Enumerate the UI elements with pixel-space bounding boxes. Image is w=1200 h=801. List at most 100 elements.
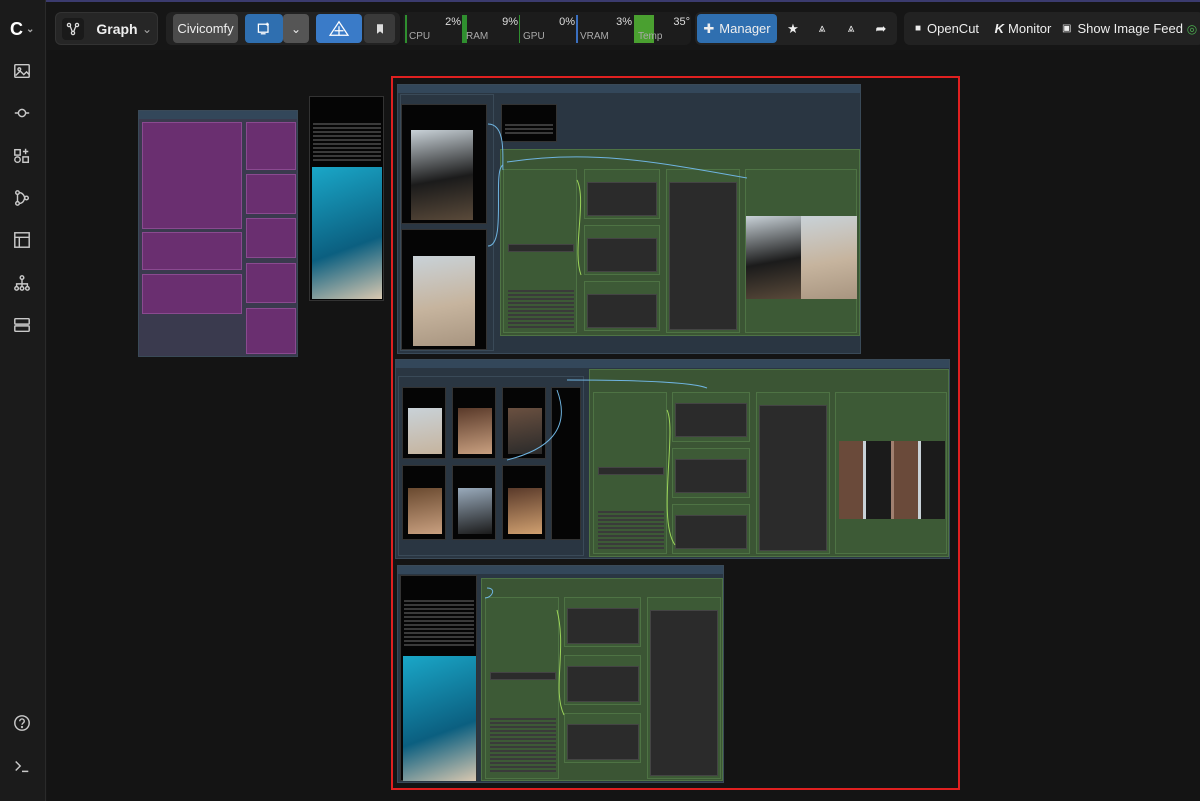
node-widgets — [490, 718, 556, 774]
k-icon: K — [994, 21, 1005, 36]
group-1-header[interactable] — [398, 85, 860, 93]
gpu-value: 0% — [559, 16, 575, 28]
load-image-node[interactable] — [502, 465, 546, 540]
temp-value: 35° — [673, 16, 690, 28]
terminal-icon[interactable] — [11, 755, 33, 777]
cpu-stat: 2% CPU — [405, 15, 463, 43]
widget-row — [508, 244, 574, 252]
load-image-node[interactable] — [502, 387, 546, 459]
preview-node[interactable] — [584, 225, 660, 275]
preview-area — [567, 608, 639, 644]
ksampler-node[interactable] — [485, 597, 559, 779]
templates-icon[interactable] — [11, 229, 33, 251]
group-3-header[interactable] — [398, 566, 723, 574]
bookmark-icon[interactable] — [364, 14, 395, 43]
image-feed-label: Show Image Feed — [1077, 21, 1183, 36]
thumb-photo — [408, 408, 442, 454]
preview-large-node[interactable] — [666, 169, 740, 333]
load-image-node[interactable] — [452, 465, 496, 540]
note-node[interactable] — [246, 174, 296, 214]
graph-chevron-down-icon[interactable]: ⌄ — [140, 14, 154, 43]
group-3[interactable] — [397, 565, 724, 783]
notes-group[interactable] — [138, 110, 298, 357]
load-image-node[interactable] — [309, 96, 384, 301]
load-image-node[interactable] — [400, 575, 477, 781]
queue-icon[interactable] — [11, 102, 33, 124]
note-node[interactable] — [246, 218, 296, 258]
preview-node[interactable] — [564, 655, 641, 705]
preview-area — [587, 294, 657, 328]
monitor-label: Monitor — [1008, 21, 1052, 36]
vram-label: VRAM — [580, 31, 609, 42]
note-node[interactable] — [142, 122, 242, 229]
preview-large-node[interactable] — [647, 597, 721, 779]
model-manager-icon[interactable] — [316, 14, 362, 43]
preview-node[interactable] — [672, 504, 750, 554]
cpu-label: CPU — [409, 31, 431, 42]
preview-node[interactable] — [672, 392, 750, 442]
graph-canvas[interactable] — [47, 50, 1200, 801]
node-library-icon[interactable] — [11, 145, 33, 167]
images-icon[interactable] — [11, 60, 33, 82]
note-node[interactable] — [246, 308, 296, 354]
model-library-icon[interactable] — [11, 272, 33, 294]
preview-area — [587, 182, 657, 216]
forward-arrow-icon[interactable]: ➦ — [869, 14, 893, 43]
load-image-node[interactable] — [402, 387, 446, 459]
workflows-icon[interactable] — [11, 187, 33, 209]
save-image-node[interactable] — [835, 392, 947, 554]
comfy-logo-icon[interactable]: C ⌄ — [10, 18, 42, 40]
note-node[interactable] — [246, 122, 296, 170]
civicomfy-button[interactable]: Civicomfy — [173, 14, 238, 43]
note-node[interactable] — [142, 232, 242, 270]
star-icon[interactable]: ★ — [781, 14, 805, 43]
preview-area — [650, 610, 718, 776]
manager-button[interactable]: ✚ Manager — [697, 14, 777, 43]
graph-label: Graph — [96, 20, 138, 37]
batch-node[interactable] — [551, 387, 581, 540]
photo-aquarium — [312, 167, 382, 299]
image-feed-button[interactable]: ▣ Show Image Feed — [1062, 14, 1188, 43]
comfyui-window: C ⌄ Graph ⌄ Civicomfy ⌄ 2% CPU 9% RAM 0%… — [0, 0, 1200, 801]
group-1[interactable] — [397, 84, 861, 354]
load-image-node[interactable] — [402, 465, 446, 540]
status-indicator-icon: ◎ — [1186, 21, 1198, 36]
load-image-node[interactable] — [452, 387, 496, 459]
opencut-label: OpenCut — [927, 21, 980, 36]
notes-group-header[interactable] — [139, 111, 297, 119]
preview-large-node[interactable] — [756, 392, 830, 554]
gpu-label: GPU — [523, 31, 545, 42]
preview-node[interactable] — [584, 169, 660, 219]
capture-chevron-down-icon[interactable]: ⌄ — [283, 14, 309, 43]
vram-bar — [576, 15, 578, 43]
group-2[interactable] — [395, 359, 950, 559]
share-b-icon[interactable]: ⩓ — [839, 14, 863, 43]
preview-node[interactable] — [564, 713, 641, 763]
layout-icon[interactable] — [11, 314, 33, 336]
monitor-button[interactable]: K Monitor — [990, 14, 1056, 43]
save-image-node[interactable] — [745, 169, 857, 333]
ksampler-node[interactable] — [503, 169, 577, 333]
sidebar: C ⌄ — [0, 0, 46, 801]
preview-area — [587, 238, 657, 272]
share-a-icon[interactable]: ⩓ — [810, 14, 834, 43]
text-node[interactable] — [501, 104, 557, 142]
load-image-node[interactable] — [401, 229, 487, 350]
note-node[interactable] — [142, 274, 242, 314]
preview-node[interactable] — [564, 597, 641, 647]
help-icon[interactable] — [11, 712, 33, 734]
ram-stat: 9% RAM — [462, 15, 520, 43]
node-widgets — [508, 290, 574, 330]
ksampler-node[interactable] — [593, 392, 667, 554]
top-accent-line — [0, 0, 1200, 2]
note-node[interactable] — [246, 263, 296, 303]
thumb-photo — [458, 488, 492, 534]
opencut-button[interactable]: ■ OpenCut — [908, 14, 986, 43]
group-2-header[interactable] — [396, 360, 949, 368]
screen-capture-icon[interactable] — [245, 14, 283, 43]
thumb-photo — [508, 488, 542, 534]
node-widgets — [313, 123, 381, 163]
preview-node[interactable] — [672, 448, 750, 498]
load-image-node[interactable] — [401, 104, 487, 224]
preview-node[interactable] — [584, 281, 660, 331]
